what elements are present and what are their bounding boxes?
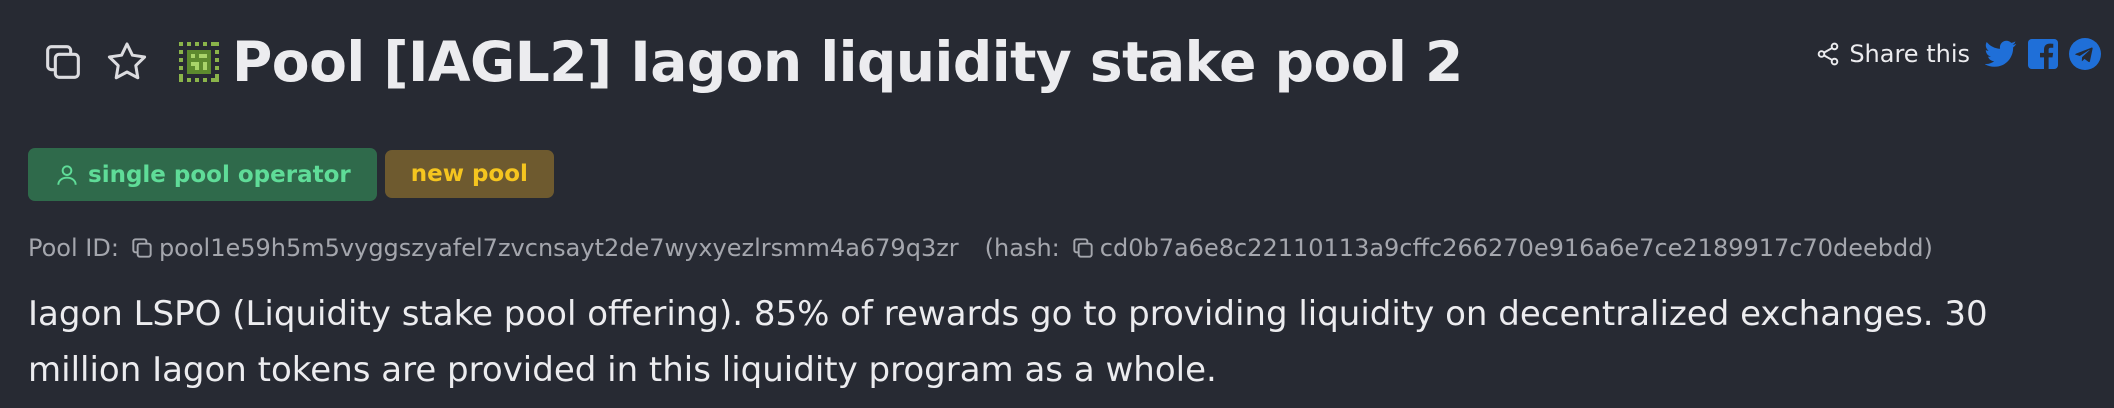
twitter-icon[interactable] [1984,37,2018,71]
hash-label: (hash: [984,234,1060,262]
pool-id-label: Pool ID: [28,234,119,262]
pool-page: Pool [IAGL2] Iagon liquidity stake pool … [0,0,2114,408]
pool-logo-icon [174,37,224,87]
hash-close: ) [1923,234,1933,262]
hash-value[interactable]: cd0b7a6e8c22110113a9cffc266270e916a6e7ce… [1100,234,1924,262]
new-badge-label: new pool [410,161,528,187]
facebook-icon[interactable] [2026,37,2060,71]
star-icon[interactable] [100,35,154,89]
pool-badges: single pool operator new pool [28,148,554,201]
copy-pool-id-icon[interactable] [129,235,155,261]
new-pool-badge: new pool [384,150,554,198]
pool-id-row: Pool ID: pool1e59h5m5vyggszyafel7zvcnsay… [28,234,1933,262]
share-icon[interactable] [1815,41,1841,67]
telegram-icon[interactable] [2068,37,2102,71]
page-title: Pool [IAGL2] Iagon liquidity stake pool … [232,30,1463,94]
copy-icon[interactable] [36,35,90,89]
copy-hash-icon[interactable] [1070,235,1096,261]
pool-description: Iagon LSPO (Liquidity stake pool offerin… [28,294,1988,390]
pool-header: Pool [IAGL2] Iagon liquidity stake pool … [36,26,1463,98]
single-pool-operator-badge: single pool operator [28,148,377,201]
user-icon [57,164,77,185]
share-label: Share this [1849,40,1970,68]
share-bar: Share this [1815,34,2102,74]
pool-id-value[interactable]: pool1e59h5m5vyggszyafel7zvcnsayt2de7wyxy… [159,234,959,262]
hash-group: (hash: cd0b7a6e8c22110113a9cffc266270e91… [985,234,1933,262]
operator-badge-label: single pool operator [88,161,351,188]
